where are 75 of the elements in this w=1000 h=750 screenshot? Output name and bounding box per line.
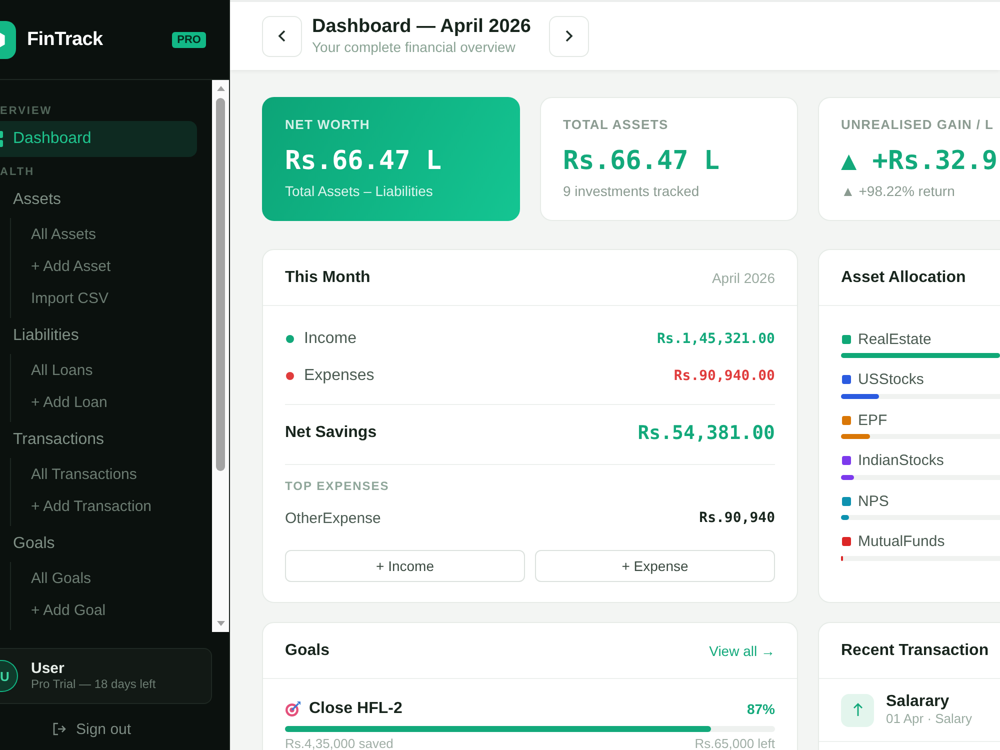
nav-subitem[interactable]: All Goals: [31, 562, 92, 594]
net-savings-label: Net Savings: [285, 424, 377, 442]
user-avatar: U: [0, 660, 18, 692]
add-button[interactable]: + Expense: [535, 550, 775, 582]
goal-remaining: Rs.65,000 left: [694, 737, 775, 750]
target-icon: [285, 701, 301, 717]
page-subtitle: Your complete financial overview: [312, 38, 516, 56]
stat-note: ▲ +98.22% return: [841, 184, 955, 198]
card-title: Recent Transaction: [841, 642, 989, 660]
period-label: April 2026: [712, 270, 775, 286]
nav-subitem[interactable]: Import CSV: [31, 282, 109, 314]
allocation-label: NPS: [858, 492, 889, 510]
stat-label: TOTAL ASSETS: [563, 118, 668, 132]
stat-value: ▲ +Rs.32.9: [841, 146, 998, 176]
allocation-label: EPF: [858, 412, 888, 428]
goal-name: Close HFL-2: [309, 700, 402, 718]
scroll-down-arrow-icon[interactable]: [216, 621, 224, 626]
nav-item[interactable]: Dashboard: [0, 121, 197, 157]
nav-subitem[interactable]: All Assets: [31, 218, 96, 250]
flow-amount: Rs.90,940.00: [674, 368, 775, 384]
expense-amount: Rs.90,940: [699, 510, 775, 526]
expense-label: OtherExpense: [285, 510, 381, 526]
nav-item[interactable]: Transactions: [0, 422, 197, 458]
transaction-meta: 01 Apr · Salary: [886, 711, 972, 727]
sign-out-icon[interactable]: [52, 722, 66, 736]
brand-name: FinTrack: [27, 28, 103, 50]
nav-subitem[interactable]: + Add Transaction: [31, 490, 152, 522]
goal-saved: Rs.4,35,000 saved: [285, 737, 394, 750]
card-title: This Month: [285, 268, 370, 286]
card-title: Asset Allocation: [841, 268, 966, 286]
nav-subitem[interactable]: + Add Asset: [31, 250, 111, 282]
add-button[interactable]: + Income: [285, 550, 525, 582]
logo-icon: [0, 20, 16, 58]
stat-label: NET WORTH: [285, 118, 370, 132]
flow-label: Income: [304, 330, 356, 348]
view-all-link[interactable]: View all →: [709, 642, 775, 658]
stat-label: UNREALISED GAIN / L: [841, 118, 994, 132]
transaction-name: Salarary: [886, 693, 950, 711]
user-plan: Pro Trial — 18 days left: [31, 677, 156, 692]
card-title: Goals: [285, 642, 330, 660]
nav-item[interactable]: Goals: [0, 526, 197, 562]
partial-icon: [0, 131, 3, 147]
chevron-left-icon: [278, 30, 286, 42]
allocation-label: USStocks: [858, 371, 924, 388]
page-title: Dashboard — April 2026: [312, 16, 531, 38]
scrollbar-thumb[interactable]: [216, 98, 225, 471]
allocation-label: MutualFunds: [858, 533, 945, 550]
nav-subitem[interactable]: All Loans: [31, 354, 93, 386]
section-label: TOP EXPENSES: [285, 479, 390, 493]
net-savings-amount: Rs.54,381.00: [638, 422, 775, 444]
section-label: ERVIEW: [0, 104, 52, 119]
stat-value: Rs.66.47 L: [563, 146, 720, 176]
nav-item[interactable]: Liabilities: [0, 318, 197, 354]
allocation-label: RealEstate: [858, 330, 932, 348]
nav-item[interactable]: Assets: [0, 182, 197, 218]
flow-amount: Rs.1,45,321.00: [656, 331, 775, 347]
allocation-label: IndianStocks: [858, 452, 944, 469]
scroll-up-arrow-icon[interactable]: [216, 86, 224, 91]
next-button[interactable]: [548, 16, 589, 56]
chevron-right-icon: [564, 30, 573, 42]
scrollbar[interactable]: [212, 80, 229, 632]
goal-percent: 87%: [746, 701, 775, 717]
plan-badge: PRO: [172, 32, 206, 48]
stat-value: Rs.66.47 L: [285, 146, 442, 176]
nav-subitem[interactable]: All Transactions: [31, 458, 137, 490]
stat-note: 9 investments tracked: [563, 184, 700, 198]
user-name: User: [31, 660, 64, 677]
previous-button[interactable]: [262, 16, 302, 56]
sign-out-link[interactable]: Sign out: [76, 720, 132, 738]
user-card[interactable]: U User Pro Trial — 18 days left: [0, 648, 212, 704]
stat-note: Total Assets – Liabilities: [285, 184, 433, 198]
nav-subitem[interactable]: + Add Goal: [31, 594, 106, 626]
nav-subitem[interactable]: + Add Loan: [31, 386, 108, 418]
flow-label: Expenses: [304, 367, 374, 385]
section-label: ALTH: [0, 165, 35, 180]
